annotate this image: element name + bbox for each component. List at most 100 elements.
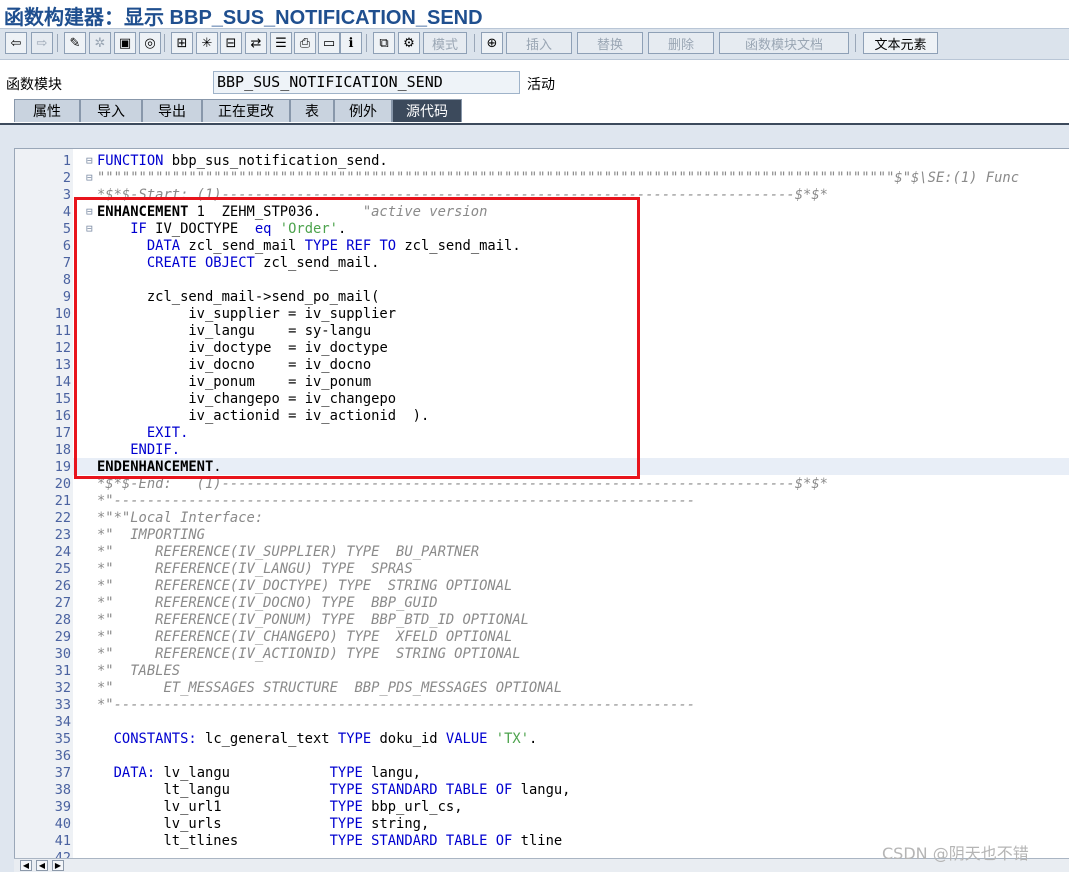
line-number: 4 [62, 204, 71, 220]
where-used-icon[interactable]: ◎ [139, 32, 161, 54]
line-number: 20 [54, 476, 71, 492]
toolbar-separator [164, 34, 165, 52]
code-line-30: *" REFERENCE(IV_ACTIONID) TYPE STRING OP… [97, 646, 521, 662]
tab-exceptions[interactable]: 例外 [334, 99, 392, 122]
other-object-icon[interactable]: ▣ [114, 32, 136, 54]
code-line-39: lv_url1 TYPE bbp_url_cs, [163, 799, 463, 815]
line-number: 35 [54, 731, 71, 747]
line-number: 8 [62, 272, 71, 288]
tab-attributes[interactable]: 属性 [14, 99, 80, 122]
toolbar-separator [57, 34, 58, 52]
test-icon[interactable]: ⚙ [398, 32, 420, 54]
delete-button[interactable]: 删除 [648, 32, 714, 54]
layout-icon[interactable]: ☰ [270, 32, 292, 54]
line-number: 40 [54, 816, 71, 832]
display-icon[interactable]: ⊟ [220, 32, 242, 54]
info-icon[interactable]: ℹ [340, 32, 362, 54]
fold-minus-icon[interactable]: ⊟ [86, 171, 94, 184]
window-icon[interactable]: ▭ [318, 32, 340, 54]
code-line-24: *" REFERENCE(IV_SUPPLIER) TYPE BU_PARTNE… [97, 544, 480, 560]
code-line-38: lt_langu TYPE STANDARD TABLE OF langu, [163, 782, 571, 798]
line-number: 6 [62, 238, 71, 254]
back-arrow-icon[interactable]: ⇦ [5, 32, 27, 54]
line-number: 33 [54, 697, 71, 713]
tab-source-code[interactable]: 源代码 [392, 99, 462, 122]
line-number: 38 [54, 782, 71, 798]
window-title: 函数构建器：显示 BBP_SUS_NOTIFICATION_SEND [4, 7, 483, 29]
code-line-23: *" IMPORTING [97, 527, 205, 543]
print-icon[interactable]: ⎙ [294, 32, 316, 54]
line-number: 7 [62, 255, 71, 271]
line-number: 30 [54, 646, 71, 662]
line-number: 26 [54, 578, 71, 594]
code-line-35: CONSTANTS: lc_general_text TYPE doku_id … [113, 731, 538, 747]
expand-icon[interactable]: ⊕ [481, 32, 503, 54]
line-number: 31 [54, 663, 71, 679]
tab-changing[interactable]: 正在更改 [202, 99, 290, 122]
text-elements-button[interactable]: 文本元素 [863, 32, 938, 54]
code-line-33: *"--------------------------------------… [97, 697, 696, 713]
code-line-25: *" REFERENCE(IV_LANGU) TYPE SPRAS [97, 561, 413, 577]
fm-documentation-button[interactable]: 函数模块文档 [719, 32, 849, 54]
scroll-left-icon[interactable]: ◀ [36, 860, 48, 871]
code-line-2: """"""""""""""""""""""""""""""""""""""""… [97, 170, 1020, 186]
code-line-31: *" TABLES [97, 663, 181, 679]
toolbar-separator [855, 34, 856, 52]
function-module-label: 函数模块 [6, 77, 62, 93]
line-number: 21 [54, 493, 71, 509]
line-number: 24 [54, 544, 71, 560]
toolbar-separator [366, 34, 367, 52]
code-line-28: *" REFERENCE(IV_PONUM) TYPE BBP_BTD_ID O… [97, 612, 529, 628]
line-number: 32 [54, 680, 71, 696]
line-number: 18 [54, 442, 71, 458]
pencil-glasses-icon[interactable]: ✎ [64, 32, 86, 54]
application-toolbar: ⇦ ⇨ ✎ ✲ ▣ ◎ ⊞ ✳ ⊟ ⇄ ☰ ⎙ ▭ ℹ ⧉ ⚙ 模式 ⊕ 插入 … [0, 28, 1069, 60]
line-number: 9 [62, 289, 71, 305]
line-number: 14 [54, 374, 71, 390]
activate-icon[interactable]: ✲ [89, 32, 111, 54]
line-number: 34 [54, 714, 71, 730]
watermark: CSDN @阴天也不错 [882, 844, 1029, 863]
line-number: 28 [54, 612, 71, 628]
code-line-41: lt_tlines TYPE STANDARD TABLE OF tline [163, 833, 563, 849]
code-line-29: *" REFERENCE(IV_CHANGEPO) TYPE XFELD OPT… [97, 629, 513, 645]
scroll-right-icon[interactable]: ▶ [52, 860, 64, 871]
replace-button[interactable]: 替换 [577, 32, 643, 54]
line-number: 2 [62, 170, 71, 186]
code-line-40: lv_urls TYPE string, [163, 816, 430, 832]
line-number: 15 [54, 391, 71, 407]
line-number: 16 [54, 408, 71, 424]
line-number: 25 [54, 561, 71, 577]
forward-arrow-icon[interactable]: ⇨ [31, 32, 53, 54]
line-number: 13 [54, 357, 71, 373]
line-number: 22 [54, 510, 71, 526]
line-number: 23 [54, 527, 71, 543]
scroll-left-icon[interactable]: ◀ [20, 860, 32, 871]
insert-button[interactable]: 插入 [506, 32, 572, 54]
title-bar: 函数构建器：显示 BBP_SUS_NOTIFICATION_SEND [0, 0, 1069, 29]
mode-button[interactable]: 模式 [423, 32, 467, 54]
toolbar-separator [474, 34, 475, 52]
tab-import[interactable]: 导入 [80, 99, 142, 122]
function-module-field[interactable]: BBP_SUS_NOTIFICATION_SEND [213, 71, 520, 94]
line-number: 27 [54, 595, 71, 611]
tab-tables[interactable]: 表 [290, 99, 334, 122]
navigate-icon[interactable]: ⇄ [245, 32, 267, 54]
code-line-21: *"--------------------------------------… [97, 493, 696, 509]
line-number: 41 [54, 833, 71, 849]
line-number: 36 [54, 748, 71, 764]
line-number: 1 [62, 153, 71, 169]
status-text: 活动 [527, 77, 555, 93]
highlight-annotation-box [74, 197, 640, 479]
pattern-icon[interactable]: ✳ [196, 32, 218, 54]
line-number: 12 [54, 340, 71, 356]
fold-minus-icon[interactable]: ⊟ [86, 154, 94, 167]
copy-icon[interactable]: ⧉ [373, 32, 395, 54]
code-line-27: *" REFERENCE(IV_DOCNO) TYPE BBP_GUID [97, 595, 438, 611]
hierarchy-icon[interactable]: ⊞ [171, 32, 193, 54]
line-number: 11 [54, 323, 71, 339]
code-line-32: *" ET_MESSAGES STRUCTURE BBP_PDS_MESSAGE… [97, 680, 563, 696]
line-number: 19 [54, 459, 71, 475]
line-number: 10 [54, 306, 71, 322]
tab-export[interactable]: 导出 [142, 99, 202, 122]
